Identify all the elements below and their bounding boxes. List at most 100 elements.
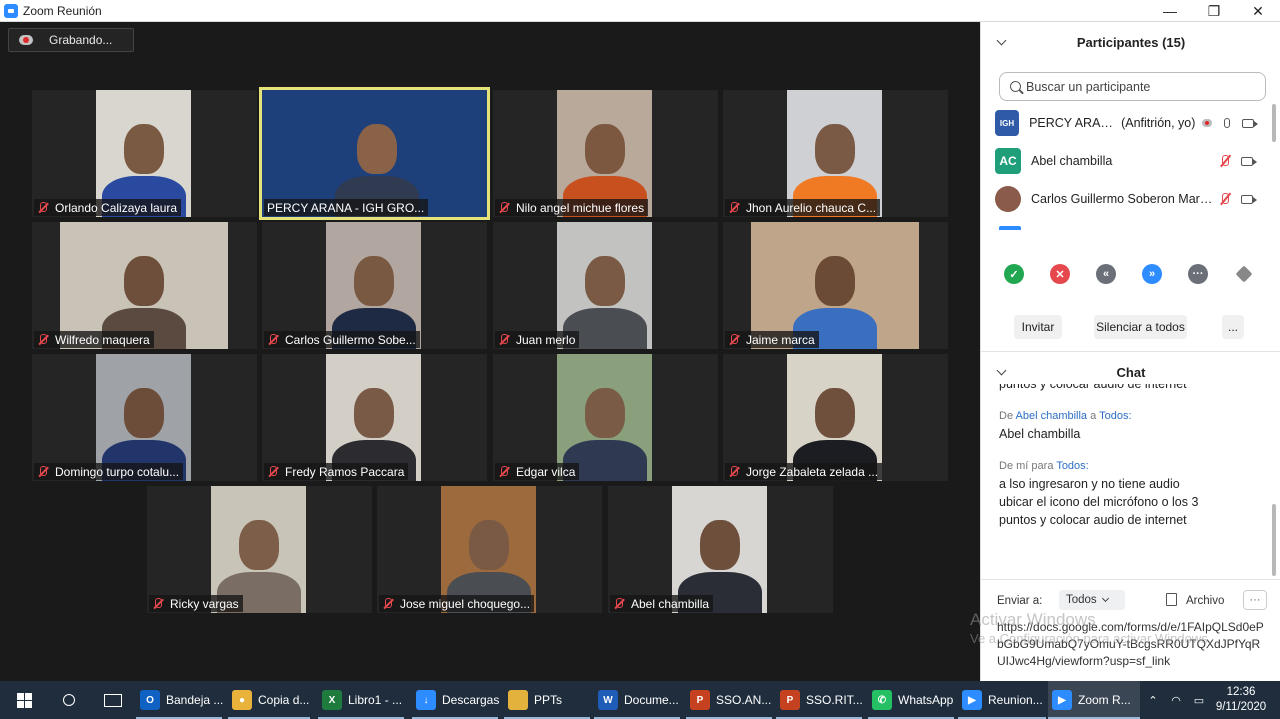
battery-icon[interactable]: ▭: [1190, 681, 1208, 719]
participant-row[interactable]: IGH PERCY ARAN... (Anfitrión, yo): [995, 105, 1258, 141]
video-tile[interactable]: Ricky vargas: [147, 486, 372, 613]
chat-sender-link[interactable]: Abel chambilla: [1016, 410, 1088, 422]
mic-on-icon[interactable]: [1218, 115, 1237, 131]
video-tile[interactable]: Edgar vilca: [493, 354, 718, 481]
partial-avatar: [999, 226, 1021, 230]
participants-more-button[interactable]: ...: [1222, 315, 1244, 339]
more-reactions-icon[interactable]: ···: [1188, 264, 1208, 284]
participant-name-label: Jorge Zabaleta zelada ...: [725, 463, 883, 480]
go-slower-icon[interactable]: «: [1096, 264, 1116, 284]
avatar: AC: [995, 148, 1021, 174]
taskbar-item[interactable]: P SSO.AN...: [686, 681, 772, 719]
collapse-chevron-icon[interactable]: [996, 365, 1007, 376]
chat-message-text: ubicar el icono del micrófono o los 3: [999, 495, 1199, 509]
video-tile[interactable]: Juan merlo: [493, 222, 718, 349]
taskbar-item-label: SSO.RIT...: [806, 693, 863, 707]
no-icon[interactable]: ✕: [1050, 264, 1070, 284]
mic-muted-icon: [728, 333, 740, 346]
video-tile[interactable]: Jhon Aurelio chauca C...: [723, 90, 948, 217]
taskbar-item-label: Zoom R...: [1078, 693, 1131, 707]
recording-small-icon: [1197, 115, 1216, 131]
taskbar-app-icon: P: [690, 690, 710, 710]
participant-video: [557, 222, 652, 349]
wifi-icon[interactable]: ◠: [1168, 681, 1184, 719]
taskbar-item[interactable]: ✆ WhatsApp: [868, 681, 954, 719]
taskbar-item[interactable]: X Libro1 - ...: [318, 681, 404, 719]
go-faster-icon[interactable]: »: [1142, 264, 1162, 284]
invite-button[interactable]: Invitar: [1014, 315, 1062, 339]
taskbar-app-icon: ▶: [962, 690, 982, 710]
file-icon[interactable]: [1166, 593, 1177, 606]
mic-muted-icon[interactable]: [1215, 153, 1235, 169]
taskbar-item-label: Docume...: [624, 693, 679, 707]
taskbar-app-icon: P: [780, 690, 800, 710]
video-tile[interactable]: Jose miguel choquego...: [377, 486, 602, 613]
recording-label: Grabando...: [49, 33, 113, 47]
video-tile[interactable]: Wilfredo maquera: [32, 222, 257, 349]
clock-date: 9/11/2020: [1215, 701, 1267, 713]
taskbar-item[interactable]: P SSO.RIT...: [776, 681, 863, 719]
minimize-button[interactable]: —: [1148, 0, 1192, 22]
yes-icon[interactable]: ✓: [1004, 264, 1024, 284]
taskbar-item[interactable]: ▶ Zoom R...: [1048, 681, 1140, 719]
recording-indicator[interactable]: Grabando...: [8, 28, 134, 52]
windows-start-icon[interactable]: [12, 681, 36, 719]
task-view-icon[interactable]: [100, 681, 126, 719]
taskbar-item[interactable]: O Bandeja ...: [136, 681, 223, 719]
participant-name-label: Nilo angel michue flores: [495, 199, 649, 216]
video-gallery: Grabando... Orlando Calizaya laura PERCY …: [0, 22, 980, 681]
collapse-chevron-icon[interactable]: [996, 35, 1007, 46]
window-titlebar: Zoom Reunión — ❐ ✕: [0, 0, 1280, 22]
clock[interactable]: 12:36 9/11/2020: [1212, 681, 1270, 719]
show-hidden-icons-icon[interactable]: ⌃: [1146, 681, 1160, 719]
restore-button[interactable]: ❐: [1192, 0, 1236, 22]
search-icon[interactable]: [58, 681, 80, 719]
zoom-app-icon: [4, 3, 18, 18]
mic-muted-icon: [37, 201, 49, 214]
participant-row[interactable]: Carlos Guillermo Soberon Martí...: [995, 181, 1257, 217]
video-tile[interactable]: Nilo angel michue flores: [493, 90, 718, 217]
taskbar-item[interactable]: PPTs: [504, 681, 590, 719]
video-tile[interactable]: Abel chambilla: [608, 486, 833, 613]
participants-scrollbar[interactable]: [1272, 104, 1276, 142]
taskbar-item[interactable]: ▶ Reunion...: [958, 681, 1046, 719]
search-placeholder: Buscar un participante: [1026, 79, 1151, 94]
mic-muted-icon: [613, 597, 625, 610]
video-tile[interactable]: Jaime marca: [723, 222, 948, 349]
taskbar-item-label: WhatsApp: [898, 693, 954, 707]
activate-windows-watermark: Activar Windows Ve a Configuración para …: [970, 610, 1212, 646]
file-button[interactable]: Archivo: [1186, 595, 1224, 607]
participant-video: [326, 354, 421, 481]
video-tile[interactable]: Jorge Zabaleta zelada ...: [723, 354, 948, 481]
camera-icon[interactable]: [1237, 153, 1257, 169]
participant-video: [751, 222, 919, 349]
chat-message-text: a lso ingresaron y no tiene audio: [999, 477, 1180, 491]
video-tile[interactable]: Fredy Ramos Paccara: [262, 354, 487, 481]
participant-name-label: Jaime marca: [725, 331, 819, 348]
video-tile[interactable]: PERCY ARANA - IGH GRO...: [259, 87, 490, 220]
video-tile[interactable]: Domingo turpo cotalu...: [32, 354, 257, 481]
camera-icon[interactable]: [1237, 191, 1257, 207]
taskbar-item[interactable]: ↓ Descargas: [412, 681, 499, 719]
clear-reactions-icon[interactable]: [1234, 264, 1254, 284]
chat-scrollbar[interactable]: [1272, 504, 1276, 576]
participant-row[interactable]: AC Abel chambilla: [995, 143, 1257, 179]
taskbar-item-label: Reunion...: [988, 693, 1043, 707]
participant-search-input[interactable]: Buscar un participante: [999, 72, 1266, 101]
video-tile[interactable]: Carlos Guillermo Sobe...: [262, 222, 487, 349]
chat-messages: puntos y colocar audio de internet De Ab…: [999, 384, 1264, 579]
video-tile[interactable]: Orlando Calizaya laura: [32, 90, 257, 217]
chat-more-button[interactable]: ···: [1243, 590, 1267, 610]
recording-icon: [19, 35, 33, 45]
taskbar-item[interactable]: ● Copia d...: [228, 681, 310, 719]
chevron-down-icon: [1101, 594, 1109, 603]
camera-icon[interactable]: [1238, 115, 1258, 131]
participant-name-label: Abel chambilla: [610, 595, 714, 612]
participant-name-label: Wilfredo maquera: [34, 331, 154, 348]
mic-muted-icon[interactable]: [1215, 191, 1235, 207]
send-to-dropdown[interactable]: Todos: [1059, 590, 1125, 610]
mute-all-button[interactable]: Silenciar a todos: [1094, 315, 1187, 339]
chat-message-meta: De Abel chambilla a Todos:: [999, 410, 1132, 422]
taskbar-item[interactable]: W Docume...: [594, 681, 680, 719]
close-button[interactable]: ✕: [1236, 0, 1280, 22]
